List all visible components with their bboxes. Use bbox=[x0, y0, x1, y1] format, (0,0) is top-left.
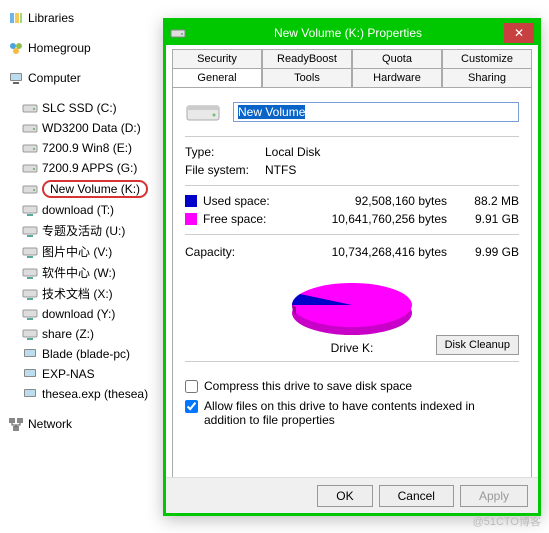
index-label: Allow files on this drive to have conten… bbox=[204, 399, 519, 427]
network-node[interactable]: Network bbox=[4, 414, 161, 434]
used-human: 88.2 MB bbox=[463, 194, 519, 208]
tab-tools[interactable]: Tools bbox=[262, 68, 352, 87]
homegroup-label: Homegroup bbox=[28, 41, 91, 55]
drive-icon-large bbox=[185, 98, 221, 126]
used-swatch bbox=[185, 195, 197, 207]
capacity-bytes: 10,734,268,416 bytes bbox=[283, 245, 463, 259]
free-bytes: 10,641,760,256 bytes bbox=[283, 212, 463, 226]
tab-quota[interactable]: Quota bbox=[352, 49, 442, 68]
used-bytes: 92,508,160 bytes bbox=[283, 194, 463, 208]
homegroup-node[interactable]: Homegroup bbox=[4, 38, 161, 58]
network-label: Network bbox=[28, 417, 72, 431]
compress-checkbox[interactable] bbox=[185, 380, 198, 393]
watermark: @51CTO博客 bbox=[473, 513, 541, 529]
drive-item[interactable]: 专题及活动 (U:) bbox=[4, 220, 161, 241]
filesystem-label: File system: bbox=[185, 163, 265, 177]
drive-label: Drive K: bbox=[331, 341, 374, 355]
dialog-title: New Volume (K:) Properties bbox=[192, 26, 504, 40]
volume-name-input[interactable]: New Volume bbox=[233, 102, 519, 122]
tab-strip: SecurityReadyBoostQuotaCustomize General… bbox=[166, 45, 538, 87]
drive-label: 软件中心 (W:) bbox=[42, 264, 116, 281]
drive-item[interactable]: 7200.9 Win8 (E:) bbox=[4, 138, 161, 158]
disk-cleanup-button[interactable]: Disk Cleanup bbox=[436, 335, 519, 355]
drive-label: 技术文档 (X:) bbox=[42, 285, 113, 302]
drive-icon bbox=[170, 25, 186, 41]
drive-item[interactable]: 7200.9 APPS (G:) bbox=[4, 158, 161, 178]
free-human: 9.91 GB bbox=[463, 212, 519, 226]
drive-label: EXP-NAS bbox=[42, 367, 95, 381]
properties-dialog: New Volume (K:) Properties ✕ SecurityRea… bbox=[163, 18, 541, 516]
drive-label: download (T:) bbox=[42, 203, 114, 217]
drive-label: 图片中心 (V:) bbox=[42, 243, 112, 260]
cancel-button[interactable]: Cancel bbox=[379, 485, 454, 507]
tab-sharing[interactable]: Sharing bbox=[442, 68, 532, 87]
tab-security[interactable]: Security bbox=[172, 49, 262, 68]
libraries-icon bbox=[8, 10, 24, 26]
drive-label: share (Z:) bbox=[42, 327, 94, 341]
computer-icon bbox=[8, 70, 24, 86]
close-button[interactable]: ✕ bbox=[504, 23, 534, 43]
drive-label: download (Y:) bbox=[42, 307, 115, 321]
compress-label: Compress this drive to save disk space bbox=[204, 379, 412, 393]
drive-label: Blade (blade-pc) bbox=[42, 347, 130, 361]
tab-customize[interactable]: Customize bbox=[442, 49, 532, 68]
free-label: Free space: bbox=[203, 212, 283, 226]
drive-label: 7200.9 Win8 (E:) bbox=[42, 141, 132, 155]
tab-general[interactable]: General bbox=[172, 68, 262, 87]
tab-general-content: New Volume Type:Local Disk File system:N… bbox=[172, 87, 532, 485]
drive-item[interactable]: Blade (blade-pc) bbox=[4, 344, 161, 364]
libraries-node[interactable]: Libraries bbox=[4, 8, 161, 28]
drive-item[interactable]: 技术文档 (X:) bbox=[4, 283, 161, 304]
capacity-human: 9.99 GB bbox=[463, 245, 519, 259]
homegroup-icon bbox=[8, 40, 24, 56]
apply-button[interactable]: Apply bbox=[460, 485, 528, 507]
drive-label: WD3200 Data (D:) bbox=[42, 121, 141, 135]
drive-label: SLC SSD (C:) bbox=[42, 101, 117, 115]
tab-hardware[interactable]: Hardware bbox=[352, 68, 442, 87]
libraries-label: Libraries bbox=[28, 11, 74, 25]
type-label: Type: bbox=[185, 145, 265, 159]
drive-item[interactable]: 图片中心 (V:) bbox=[4, 241, 161, 262]
explorer-tree: Libraries Homegroup Computer SLC SSD (C:… bbox=[0, 0, 165, 533]
drive-item[interactable]: 软件中心 (W:) bbox=[4, 262, 161, 283]
network-icon bbox=[8, 416, 24, 432]
drive-label: thesea.exp (thesea) bbox=[42, 387, 148, 401]
capacity-label: Capacity: bbox=[185, 245, 283, 259]
drive-label: 专题及活动 (U:) bbox=[42, 222, 125, 239]
drive-item[interactable]: EXP-NAS bbox=[4, 364, 161, 384]
filesystem-value: NTFS bbox=[265, 163, 296, 177]
drive-label: New Volume (K:) bbox=[42, 180, 148, 198]
ok-button[interactable]: OK bbox=[317, 485, 372, 507]
drive-item[interactable]: New Volume (K:) bbox=[4, 178, 161, 200]
drive-item[interactable]: thesea.exp (thesea) bbox=[4, 384, 161, 404]
drive-item[interactable]: SLC SSD (C:) bbox=[4, 98, 161, 118]
dialog-buttons: OK Cancel Apply bbox=[166, 477, 538, 513]
titlebar[interactable]: New Volume (K:) Properties ✕ bbox=[166, 21, 538, 45]
drive-item[interactable]: download (Y:) bbox=[4, 304, 161, 324]
computer-label: Computer bbox=[28, 71, 81, 85]
type-value: Local Disk bbox=[265, 145, 320, 159]
tab-readyboost[interactable]: ReadyBoost bbox=[262, 49, 352, 68]
free-swatch bbox=[185, 213, 197, 225]
pie-chart bbox=[282, 269, 422, 341]
used-label: Used space: bbox=[203, 194, 283, 208]
computer-node[interactable]: Computer bbox=[4, 68, 161, 88]
drive-item[interactable]: share (Z:) bbox=[4, 324, 161, 344]
drive-item[interactable]: WD3200 Data (D:) bbox=[4, 118, 161, 138]
drive-item[interactable]: download (T:) bbox=[4, 200, 161, 220]
index-checkbox[interactable] bbox=[185, 400, 198, 413]
drive-label: 7200.9 APPS (G:) bbox=[42, 161, 137, 175]
